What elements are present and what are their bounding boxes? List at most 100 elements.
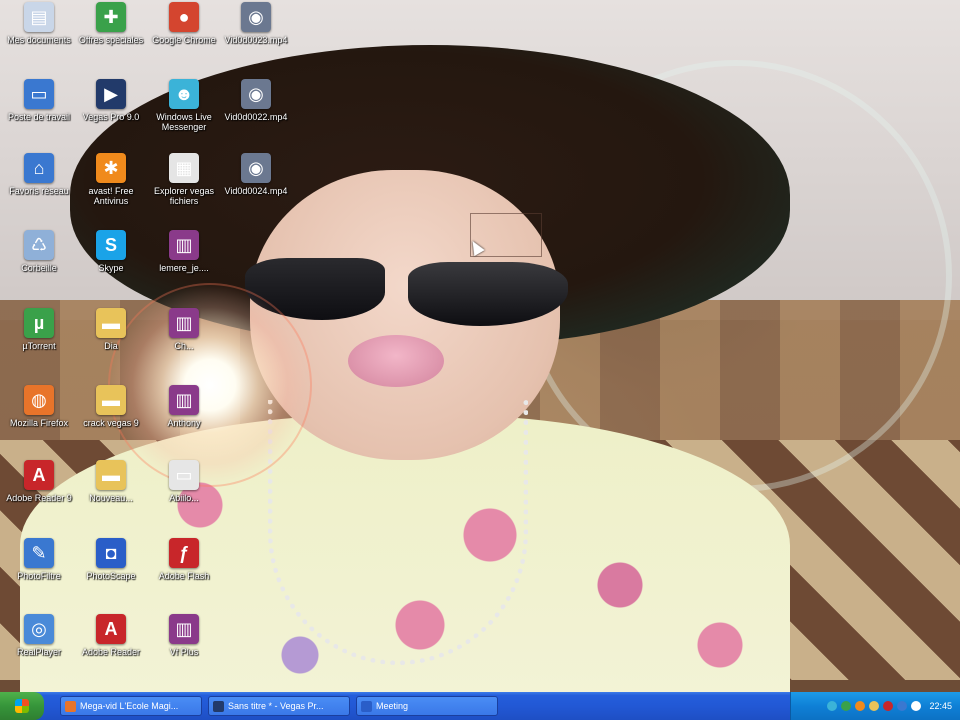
tray-app-icon[interactable] xyxy=(827,701,838,711)
desktop-icon-label: RealPlayer xyxy=(16,647,62,657)
desktop-icon-label: PhotoFiltre xyxy=(17,571,61,581)
desktop-icon-photoscape[interactable]: ◘ PhotoScape xyxy=(72,538,150,581)
desktop-icon-label: Offres spéciales xyxy=(78,35,144,45)
desktop-icon-adobe-reader[interactable]: A Adobe Reader xyxy=(72,614,150,657)
winrar-icon: ▥ xyxy=(169,230,199,260)
desktop-icon-label: Corbeille xyxy=(21,263,57,273)
desktop-icon-photofiltre[interactable]: ✎ PhotoFiltre xyxy=(0,538,78,581)
recycle-bin-icon: ♺ xyxy=(24,230,54,260)
desktop-icon-label: Mes documents xyxy=(7,35,71,45)
desktop-icon-label: Favoris réseau xyxy=(9,186,69,196)
wallpaper-chain xyxy=(268,400,528,665)
desktop-icon-folder-1[interactable]: ▬ Dia xyxy=(72,308,150,351)
taskbar: Mega-vid L'Ecole Magi... Sans titre * - V… xyxy=(0,692,960,720)
desktop-icon-label: Vid0d0024.mp4 xyxy=(224,186,288,196)
desktop-icon-label: Skype xyxy=(98,263,124,273)
explorer-icon: ▦ xyxy=(169,153,199,183)
taskbar-button-label: Sans titre * - Vegas Pr... xyxy=(228,701,324,711)
desktop-icon-offres-speciales[interactable]: ✚ Offres spéciales xyxy=(72,2,150,45)
desktop-icon-label: Abiilo... xyxy=(169,493,199,503)
desktop-icon-label: crack vegas 9 xyxy=(83,418,139,428)
taskbar-button-firefox[interactable]: Mega-vid L'Ecole Magi... xyxy=(60,696,202,716)
desktop-icon-avast-antivirus[interactable]: ✱ avast! Free Antivirus xyxy=(72,153,150,206)
tray-icons xyxy=(823,701,922,711)
desktop-icon-label: Adobe Flash xyxy=(158,571,210,581)
desktop-icon-label: Ch... xyxy=(174,341,194,351)
photoscape-icon: ◘ xyxy=(96,538,126,568)
tray-app-icon[interactable] xyxy=(869,701,880,711)
computer-icon: ▭ xyxy=(24,79,54,109)
desktop-icon-my-documents[interactable]: ▤ Mes documents xyxy=(0,2,78,45)
desktop-icon-winrar-3[interactable]: ▥ Anthony xyxy=(145,385,223,428)
messenger-icon: ☻ xyxy=(169,79,199,109)
desktop-icon-label: Adobe Reader 9 xyxy=(6,493,72,503)
desktop-icon-adobe-reader-9[interactable]: A Adobe Reader 9 xyxy=(0,460,78,503)
desktop-icon-crack-vegas[interactable]: ▬ crack vegas 9 xyxy=(72,385,150,428)
adobe-reader-icon: A xyxy=(96,614,126,644)
tray-app-icon[interactable] xyxy=(897,701,908,711)
media-file-icon: ◉ xyxy=(241,153,271,183)
taskbar-tasks: Mega-vid L'Ecole Magi... Sans titre * - V… xyxy=(54,696,498,716)
desktop-icon-label: Vid0d0022.mp4 xyxy=(224,112,288,122)
start-button[interactable] xyxy=(0,692,44,720)
desktop-icon-label: Explorer vegas fichiers xyxy=(153,186,215,206)
desktop-icon-skype[interactable]: S Skype xyxy=(72,230,150,273)
desktop-icon-label: µTorrent xyxy=(22,341,56,351)
utorrent-icon: µ xyxy=(24,308,54,338)
desktop-icon-label: Vid0d0023.mp4 xyxy=(224,35,288,45)
tray-app-icon[interactable] xyxy=(841,701,852,711)
desktop-icon-adobe-flash[interactable]: ƒ Adobe Flash xyxy=(145,538,223,581)
vegas-icon xyxy=(213,700,224,712)
desktop-icon-label: lemere_je.... xyxy=(159,263,209,273)
desktop-icon-vid-mp4-2[interactable]: ◉ Vid0d0022.mp4 xyxy=(217,79,295,122)
desktop-icon-label: avast! Free Antivirus xyxy=(88,186,134,206)
desktop-icon-mozilla-firefox[interactable]: ◍ Mozilla Firefox xyxy=(0,385,78,428)
desktop-icon-label: PhotoScape xyxy=(86,571,136,581)
desktop-icon-favoris-reseau[interactable]: ⌂ Favoris réseau xyxy=(0,153,78,196)
taskbar-button-label: Mega-vid L'Ecole Magi... xyxy=(80,701,179,711)
skype-icon: S xyxy=(96,230,126,260)
desktop-icon-label: Dia xyxy=(104,341,118,351)
winrar-icon: ▥ xyxy=(169,308,199,338)
tray-app-icon[interactable] xyxy=(911,701,922,711)
avast-icon: ✱ xyxy=(96,153,126,183)
system-tray: 22:45 xyxy=(790,692,960,720)
desktop-icon-winrar-4[interactable]: ▥ Vf Plus xyxy=(145,614,223,657)
folder-icon: ▬ xyxy=(96,308,126,338)
desktop-icon-winrar-archive[interactable]: ▥ lemere_je.... xyxy=(145,230,223,273)
desktop-icon-folder-3[interactable]: ▬ Nouveau... xyxy=(72,460,150,503)
firefox-icon xyxy=(65,700,76,712)
desktop-icon-vid-mp4-3[interactable]: ◉ Vid0d0024.mp4 xyxy=(217,153,295,196)
desktop-icon-google-chrome[interactable]: ● Google Chrome xyxy=(145,2,223,45)
taskbar-button-label: Meeting xyxy=(376,701,409,711)
desktop-icon-vegas-pro[interactable]: ▶ Vegas Pro 9.0 xyxy=(72,79,150,122)
desktop-icon-label: Vf Plus xyxy=(169,647,199,657)
desktop-icon-poste-de-travail[interactable]: ▭ Poste de travail xyxy=(0,79,78,122)
desktop-icon-vid-mpeg-1[interactable]: ◉ Vid0d0023.mp4 xyxy=(217,2,295,45)
desktop-icon-label: Google Chrome xyxy=(152,35,216,45)
tray-app-icon[interactable] xyxy=(855,701,866,711)
taskbar-button-photoscape[interactable]: Meeting xyxy=(356,696,498,716)
chrome-icon: ● xyxy=(169,2,199,32)
winrar-icon: ▥ xyxy=(169,614,199,644)
adobe-icon: A xyxy=(24,460,54,490)
folder-doc-icon: ▤ xyxy=(24,2,54,32)
wallpaper-lips xyxy=(348,335,444,387)
folder-icon: ▬ xyxy=(96,385,126,415)
desktop-icon-winrar-2[interactable]: ▥ Ch... xyxy=(145,308,223,351)
document-icon: ▭ xyxy=(169,460,199,490)
desktop-icon-windows-live-messenger[interactable]: ☻ Windows Live Messenger xyxy=(145,79,223,132)
desktop-icon-realplayer[interactable]: ◎ RealPlayer xyxy=(0,614,78,657)
firefox-icon: ◍ xyxy=(24,385,54,415)
desktop-icon-corbeille[interactable]: ♺ Corbeille xyxy=(0,230,78,273)
desktop-icon-explorer-fichiers[interactable]: ▦ Explorer vegas fichiers xyxy=(145,153,223,206)
gift-icon: ✚ xyxy=(96,2,126,32)
desktop-icon-utorrent[interactable]: µ µTorrent xyxy=(0,308,78,351)
desktop-icon-label: Anthony xyxy=(167,418,201,428)
desktop-icon-document-1[interactable]: ▭ Abiilo... xyxy=(145,460,223,503)
flash-icon: ƒ xyxy=(169,538,199,568)
tray-app-icon[interactable] xyxy=(883,701,894,711)
taskbar-button-vegas[interactable]: Sans titre * - Vegas Pr... xyxy=(208,696,350,716)
desktop-icon-label: Adobe Reader xyxy=(81,647,141,657)
clock: 22:45 xyxy=(929,701,952,711)
